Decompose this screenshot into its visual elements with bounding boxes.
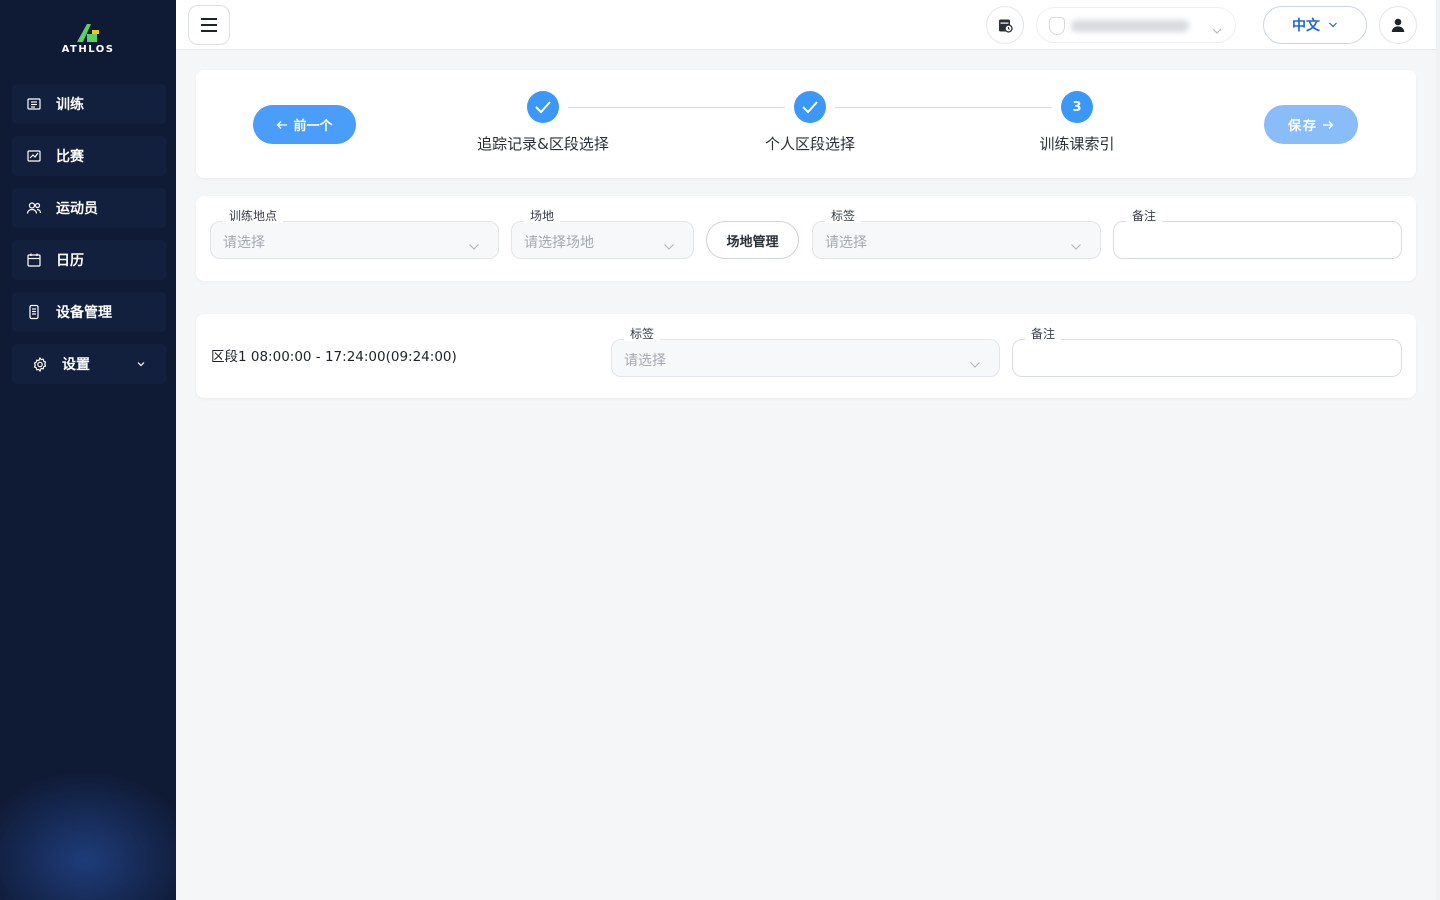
sidebar-item-label: 训练 xyxy=(56,97,84,113)
team-select[interactable] xyxy=(1036,7,1236,43)
save-label: 保存 xyxy=(1287,119,1318,134)
team-shield-icon xyxy=(1049,17,1065,35)
step-connector xyxy=(568,107,785,108)
field-placeholder: 请选择场地 xyxy=(524,235,594,251)
training-location-select[interactable]: 训练地点 请选择 xyxy=(210,209,499,259)
chevron-down-icon xyxy=(1211,21,1223,40)
previous-button[interactable]: 前一个 xyxy=(253,105,356,144)
brand-logo[interactable]: ATHLOS xyxy=(0,22,176,62)
field-placeholder: 请选择 xyxy=(825,235,867,251)
check-icon xyxy=(802,101,818,114)
language-label: 中文 xyxy=(1292,18,1320,34)
chevron-down-icon xyxy=(1070,236,1082,255)
step-2-done[interactable] xyxy=(794,91,826,123)
menu-toggle-button[interactable] xyxy=(188,5,230,45)
field-label: 备注 xyxy=(1025,327,1062,341)
chevron-down-icon xyxy=(1328,17,1338,33)
list-icon xyxy=(26,96,42,112)
field-label: 训练地点 xyxy=(223,209,284,223)
step-1-done[interactable] xyxy=(527,91,559,123)
arrow-left-icon xyxy=(276,120,288,130)
top-bar: 中文 xyxy=(176,0,1440,50)
segment-notes-input[interactable]: 备注 xyxy=(1012,327,1402,377)
check-icon xyxy=(535,101,551,114)
user-icon xyxy=(1391,18,1405,32)
sidebar-item-label: 日历 xyxy=(56,253,84,269)
sidebar-item-athletes[interactable]: 运动员 xyxy=(12,188,166,228)
sidebar-item-calendar[interactable]: 日历 xyxy=(12,240,166,280)
calendar-clock-icon xyxy=(999,19,1013,33)
field-label: 备注 xyxy=(1126,209,1163,223)
field-placeholder: 请选择 xyxy=(223,235,265,251)
brand-name: ATHLOS xyxy=(61,44,115,55)
step-number: 3 xyxy=(1072,99,1082,115)
field-placeholder: 请选择 xyxy=(624,353,666,369)
previous-label: 前一个 xyxy=(293,119,333,134)
step-1-label: 追踪记录&区段选择 xyxy=(477,135,609,153)
team-name-redacted xyxy=(1071,20,1189,32)
training-info-card: 训练地点 请选择 场地 请选择场地 场地管理 标签 请选择 备注 xyxy=(196,196,1416,281)
segment-title: 区段1 08:00:00 - 17:24:00(09:24:00) xyxy=(211,349,457,365)
gear-icon xyxy=(32,356,48,372)
chart-icon xyxy=(26,148,42,164)
sidebar-item-competition[interactable]: 比赛 xyxy=(12,136,166,176)
language-select[interactable]: 中文 xyxy=(1263,6,1367,44)
users-icon xyxy=(26,200,42,216)
step-connector xyxy=(835,107,1052,108)
sidebar-item-device-management[interactable]: 设备管理 xyxy=(12,292,166,332)
step-3-label: 训练课索引 xyxy=(1039,135,1115,153)
field-label: 标签 xyxy=(825,209,862,223)
field-label: 标签 xyxy=(624,327,661,341)
hamburger-icon xyxy=(201,18,217,32)
chevron-down-icon xyxy=(468,236,480,255)
venue-select[interactable]: 场地 请选择场地 xyxy=(511,209,694,259)
field-label: 场地 xyxy=(524,209,561,223)
training-notes-input[interactable]: 备注 xyxy=(1113,209,1402,259)
save-button[interactable]: 保存 xyxy=(1264,105,1358,144)
venue-management-button[interactable]: 场地管理 xyxy=(706,221,799,259)
sidebar-item-label: 设备管理 xyxy=(56,305,112,321)
sidebar-item-training[interactable]: 训练 xyxy=(12,84,166,124)
sidebar-item-label: 比赛 xyxy=(56,149,84,165)
user-profile-button[interactable] xyxy=(1379,6,1417,44)
chevron-down-icon xyxy=(136,357,146,373)
arrow-right-icon xyxy=(1322,120,1334,130)
calendar-icon xyxy=(26,252,42,268)
sidebar-item-label: 设置 xyxy=(62,357,90,373)
device-icon xyxy=(26,304,42,320)
segment-tags-select[interactable]: 标签 请选择 xyxy=(611,327,1000,377)
chevron-down-icon xyxy=(969,354,981,373)
stepper-card: 前一个 3 追踪记录&区段选择 个人区段选择 训练课索引 保存 xyxy=(196,70,1416,178)
schedule-button[interactable] xyxy=(986,6,1024,44)
sidebar-item-label: 运动员 xyxy=(56,201,98,217)
segment-card: 区段1 08:00:00 - 17:24:00(09:24:00) 标签 请选择… xyxy=(196,314,1416,398)
step-2-label: 个人区段选择 xyxy=(764,135,856,153)
scrollbar[interactable] xyxy=(1436,0,1440,900)
chevron-down-icon xyxy=(663,236,675,255)
sidebar-item-settings[interactable]: 设置 xyxy=(12,344,166,384)
step-3-active[interactable]: 3 xyxy=(1061,91,1093,123)
athlos-logo-icon xyxy=(77,24,99,42)
sidebar: ATHLOS 训练 比赛 运动员 日历 设备管理 设置 xyxy=(0,0,176,900)
training-tags-select[interactable]: 标签 请选择 xyxy=(812,209,1101,259)
